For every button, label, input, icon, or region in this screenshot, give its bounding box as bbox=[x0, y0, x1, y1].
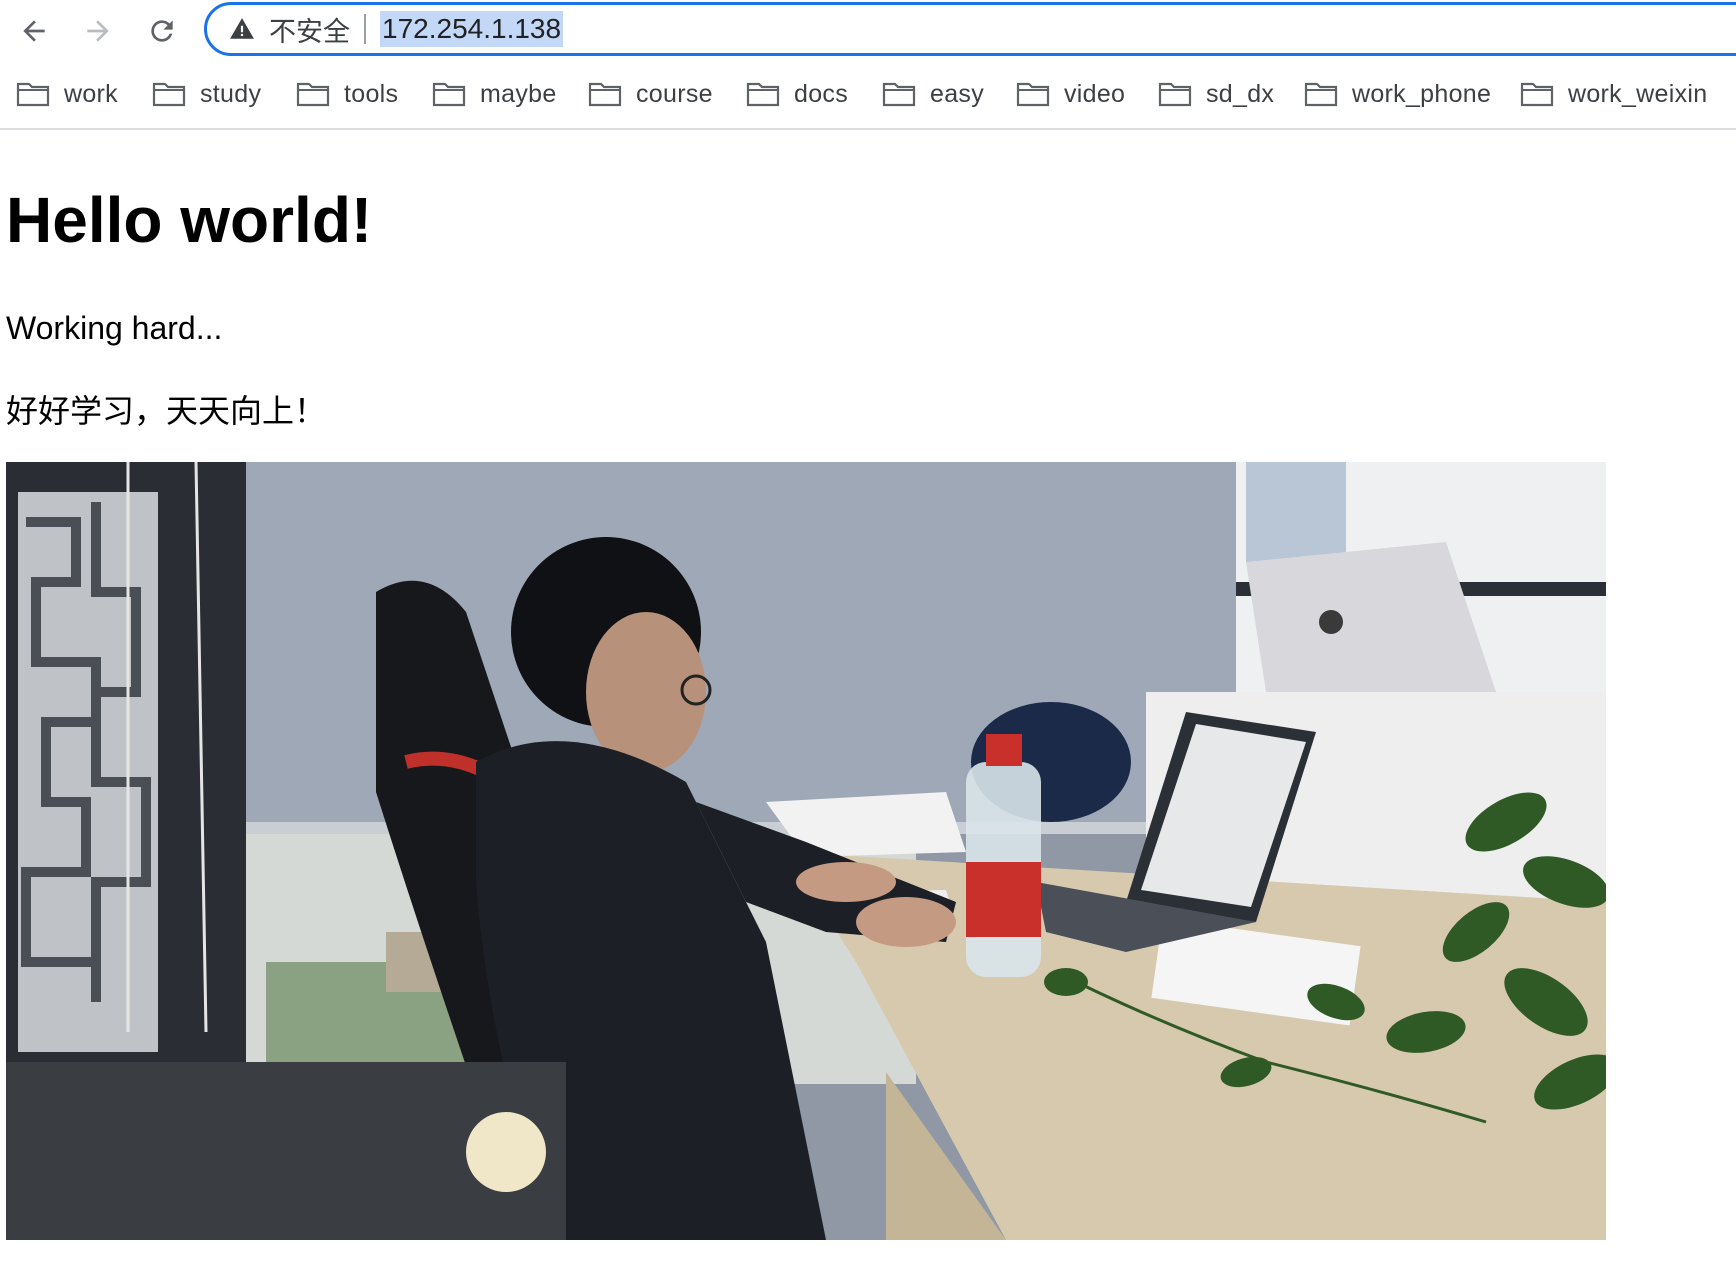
bookmark-maybe[interactable]: maybe bbox=[432, 76, 557, 112]
folder-icon bbox=[882, 82, 916, 107]
folder-icon bbox=[746, 82, 780, 107]
bookmark-docs[interactable]: docs bbox=[746, 76, 848, 112]
bookmark-video[interactable]: video bbox=[1016, 76, 1125, 112]
folder-icon bbox=[296, 82, 330, 107]
arrow-right-icon bbox=[87, 20, 109, 42]
bookmark-easy[interactable]: easy bbox=[882, 76, 984, 112]
bookmark-study[interactable]: study bbox=[152, 76, 261, 112]
folder-icon bbox=[1016, 82, 1050, 107]
bookmark-label: maybe bbox=[480, 79, 557, 108]
bookmark-label: work bbox=[64, 79, 118, 108]
folder-icon bbox=[16, 82, 50, 107]
folder-icon bbox=[1520, 82, 1554, 107]
bookmark-work-phone[interactable]: work_phone bbox=[1304, 76, 1491, 112]
address-bar[interactable]: 不安全 172.254.1.138 bbox=[204, 2, 1736, 56]
folder-icon bbox=[1158, 82, 1192, 107]
bookmark-label: study bbox=[200, 79, 262, 108]
bookmark-course[interactable]: course bbox=[588, 76, 713, 112]
bookmarks-bar: work study tools maybe course docs easy … bbox=[0, 62, 1736, 130]
warning-triangle-icon[interactable] bbox=[229, 16, 255, 42]
bookmark-label: work_weixin bbox=[1568, 79, 1708, 108]
office-photo bbox=[6, 462, 1606, 1240]
bookmark-label: course bbox=[636, 79, 713, 108]
bookmark-label: tools bbox=[344, 79, 399, 108]
omnibox-separator bbox=[364, 14, 366, 44]
bookmark-label: sd_dx bbox=[1206, 79, 1275, 108]
bookmark-work[interactable]: work bbox=[16, 76, 118, 112]
folder-icon bbox=[152, 82, 186, 107]
reload-button[interactable] bbox=[140, 9, 184, 53]
paragraph-motto: 好好学习，天天向上！ bbox=[6, 392, 327, 430]
bookmark-sd-dx[interactable]: sd_dx bbox=[1158, 76, 1274, 112]
bookmark-tools[interactable]: tools bbox=[296, 76, 398, 112]
bookmark-work-weixin[interactable]: work_weixin bbox=[1520, 76, 1707, 112]
folder-icon bbox=[432, 82, 466, 107]
folder-icon bbox=[1304, 82, 1338, 107]
forward-button[interactable] bbox=[76, 9, 120, 53]
back-button[interactable] bbox=[12, 9, 56, 53]
folder-icon bbox=[588, 82, 622, 107]
paragraph-working: Working hard... bbox=[6, 310, 223, 346]
reload-icon bbox=[151, 20, 173, 42]
url-text[interactable]: 172.254.1.138 bbox=[380, 11, 564, 47]
bookmark-label: work_phone bbox=[1352, 79, 1492, 108]
bookmark-label: easy bbox=[930, 79, 985, 108]
bookmark-label: video bbox=[1064, 79, 1126, 108]
arrow-left-icon bbox=[23, 20, 45, 42]
browser-toolbar: 不安全 172.254.1.138 bbox=[0, 0, 1736, 62]
security-label[interactable]: 不安全 bbox=[269, 10, 350, 49]
page-heading: Hello world! bbox=[6, 184, 373, 256]
bookmark-label: docs bbox=[794, 79, 849, 108]
